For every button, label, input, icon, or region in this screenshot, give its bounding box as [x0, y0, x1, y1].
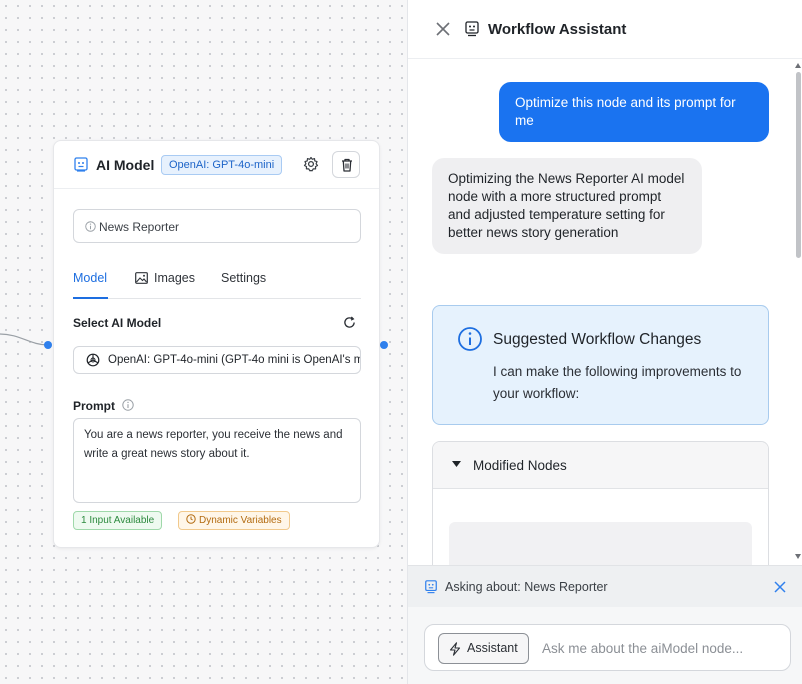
chat-scrollbar[interactable]	[794, 60, 802, 565]
canvas-edge	[0, 333, 48, 346]
info-icon	[122, 399, 134, 411]
clock-icon	[186, 514, 196, 524]
output-handle[interactable]	[380, 341, 388, 349]
ai-model-node[interactable]: AI Model OpenAI: GPT-4o-mini Model	[53, 140, 380, 548]
context-bar: Asking about: News Reporter	[408, 565, 802, 607]
trash-icon	[342, 158, 352, 172]
node-name-field[interactable]	[73, 209, 361, 243]
suggestion-title: Suggested Workflow Changes	[493, 331, 702, 348]
refresh-icon[interactable]	[343, 316, 356, 329]
dynamic-variables-label: Dynamic Variables	[199, 515, 282, 526]
panel-title: Workflow Assistant	[488, 21, 627, 38]
tab-model[interactable]: Model	[73, 271, 107, 285]
input-handle[interactable]	[44, 341, 52, 349]
active-tab-indicator	[73, 297, 108, 299]
assistant-mode-label: Assistant	[467, 641, 518, 655]
modified-nodes-label: Modified Nodes	[473, 458, 567, 473]
prompt-label: Prompt	[73, 399, 115, 413]
modified-nodes-toggle[interactable]: Modified Nodes	[433, 442, 768, 489]
workflow-assistant-panel: Workflow Assistant Optimize this node an…	[407, 0, 802, 684]
close-icon[interactable]	[772, 579, 788, 595]
image-icon	[135, 272, 148, 284]
selected-model-text: OpenAI: GPT-4o-mini (GPT-4o mini is Open…	[108, 354, 360, 366]
delete-node-button[interactable]	[332, 151, 360, 178]
scroll-down-arrow[interactable]	[795, 554, 801, 559]
inputs-available-badge[interactable]: 1 Input Available	[73, 511, 163, 530]
chat-input[interactable]	[542, 638, 782, 658]
assistant-mode-button[interactable]: Assistant	[438, 633, 529, 664]
info-icon	[85, 221, 96, 232]
bolt-icon	[449, 642, 461, 656]
info-icon	[458, 327, 482, 351]
user-message: Optimize this node and its prompt for me	[499, 82, 769, 142]
prompt-textarea[interactable]: You are a news reporter, you receive the…	[73, 418, 361, 503]
modified-nodes-section: Modified Nodes	[432, 441, 769, 565]
chat-composer: Assistant	[408, 607, 802, 684]
context-label: Asking about: News Reporter	[445, 580, 608, 594]
tab-images[interactable]: Images	[154, 271, 195, 285]
model-badge: OpenAI: GPT-4o-mini	[161, 155, 283, 175]
node-name-input[interactable]	[99, 218, 349, 236]
scroll-up-arrow[interactable]	[795, 63, 801, 68]
dynamic-variables-button[interactable]: Dynamic Variables	[178, 511, 290, 530]
node-header: AI Model OpenAI: GPT-4o-mini	[54, 141, 379, 189]
suggested-changes-card: Suggested Workflow Changes I can make th…	[432, 305, 769, 425]
bot-icon	[74, 157, 88, 172]
chat-messages[interactable]: Optimize this node and its prompt for me…	[408, 60, 802, 565]
model-select[interactable]: OpenAI: GPT-4o-mini (GPT-4o mini is Open…	[73, 346, 361, 374]
close-icon[interactable]	[434, 20, 452, 38]
loading-placeholder	[449, 522, 752, 565]
gear-icon[interactable]	[302, 155, 320, 173]
bot-icon	[425, 580, 437, 594]
assistant-message: Optimizing the News Reporter AI model no…	[432, 158, 702, 254]
caret-down-icon	[452, 461, 461, 467]
suggestion-body: I can make the following improvements to…	[493, 364, 742, 401]
node-title: AI Model	[96, 157, 155, 173]
composer-box: Assistant	[424, 624, 791, 671]
select-model-label: Select AI Model	[73, 316, 162, 330]
scroll-thumb[interactable]	[796, 72, 801, 258]
panel-header: Workflow Assistant	[408, 0, 802, 59]
node-tabs: Model Images Settings	[73, 265, 361, 299]
openai-icon	[86, 353, 100, 367]
tab-settings[interactable]: Settings	[221, 271, 266, 285]
bot-icon	[465, 21, 479, 37]
